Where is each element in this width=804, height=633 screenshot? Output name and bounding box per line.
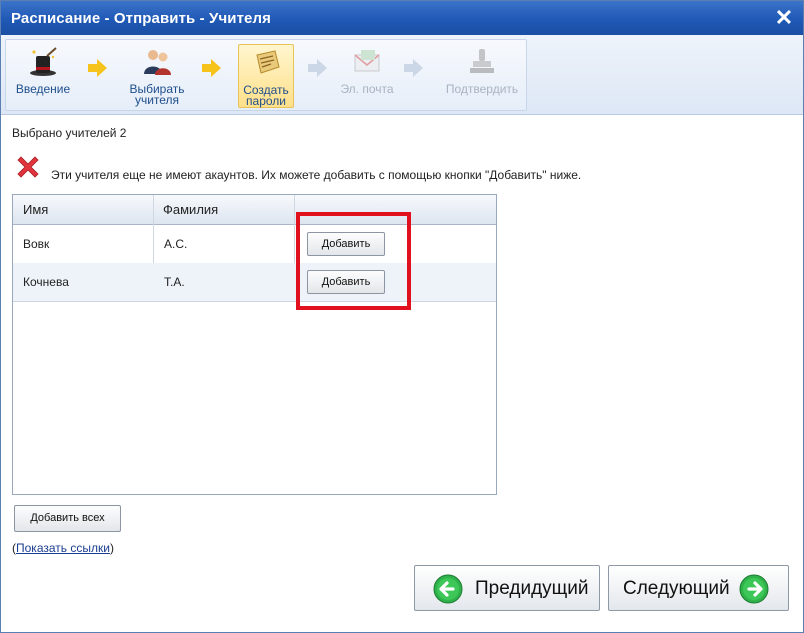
wizard-steps-bar: Введение Выбирать учителя Создать пароли…: [1, 35, 803, 115]
arrow-left-icon: [433, 574, 463, 604]
cell-first-name: Вовк: [23, 237, 50, 251]
arrow-right-icon: [739, 574, 769, 604]
wizard-step-confirm: Подтвердить: [442, 44, 522, 108]
wizard-steps-panel: Введение Выбирать учителя Создать пароли…: [5, 39, 527, 111]
teachers-table: Имя Фамилия Вовк A.C. Добавить Кочнева T…: [12, 194, 497, 495]
next-button[interactable]: Следующий: [608, 565, 789, 611]
step-label: Создать пароли: [243, 83, 289, 108]
step-arrow-icon: [88, 59, 107, 77]
users-icon: [144, 50, 171, 75]
add-all-button[interactable]: Добавить всех: [14, 505, 121, 532]
previous-button[interactable]: Предидущий: [414, 565, 600, 611]
step-arrow-icon: [404, 59, 423, 77]
step-label: Эл. почта: [340, 82, 394, 96]
highlight-box: [296, 212, 411, 310]
step-label: Выбирать учителя: [129, 82, 185, 107]
cell-last-name: T.A.: [164, 275, 185, 289]
table-header: Имя Фамилия: [13, 195, 496, 225]
column-header-last-name[interactable]: Фамилия: [153, 195, 294, 225]
selected-count-text: Выбрано учителей 2: [12, 126, 127, 140]
close-button[interactable]: ✕: [773, 7, 795, 29]
rows-bottom-divider: [13, 301, 496, 302]
wizard-step-email: Эл. почта: [332, 44, 402, 108]
error-cross-icon: [17, 156, 39, 178]
magic-hat-icon: [30, 47, 57, 76]
paren-close: ): [109, 541, 114, 555]
cell-first-name: Кочнева: [23, 275, 69, 289]
show-links-link[interactable]: Показать ссылки: [16, 541, 110, 555]
table-row[interactable]: Кочнева T.A. Добавить: [13, 263, 496, 301]
password-icon: [256, 50, 280, 74]
email-icon: [354, 50, 380, 72]
step-arrow-icon: [202, 59, 221, 77]
dialog-window: Расписание - Отправить - Учителя ✕ Введе…: [0, 0, 804, 633]
wizard-step-intro[interactable]: Введение: [8, 44, 78, 108]
column-header-first-name[interactable]: Имя: [13, 195, 153, 225]
step-label: Подтвердить: [445, 82, 519, 96]
step-label: Введение: [15, 82, 71, 96]
title-bar: Расписание - Отправить - Учителя ✕: [1, 1, 803, 35]
wizard-step-select-teachers[interactable]: Выбирать учителя: [122, 44, 192, 108]
window-title: Расписание - Отправить - Учителя: [11, 10, 271, 27]
wizard-step-create-passwords[interactable]: Создать пароли: [238, 44, 294, 108]
previous-label: Предидущий: [475, 578, 589, 599]
warning-message: Эти учителя еще не имеют акаунтов. Их мо…: [51, 168, 582, 182]
step-arrow-icon: [308, 59, 327, 77]
stamp-icon: [470, 49, 494, 73]
cell-last-name: A.C.: [164, 237, 188, 251]
show-links-line: (Показать ссылки): [12, 541, 114, 555]
table-row[interactable]: Вовк A.C. Добавить: [13, 225, 496, 263]
next-label: Следующий: [623, 578, 730, 599]
